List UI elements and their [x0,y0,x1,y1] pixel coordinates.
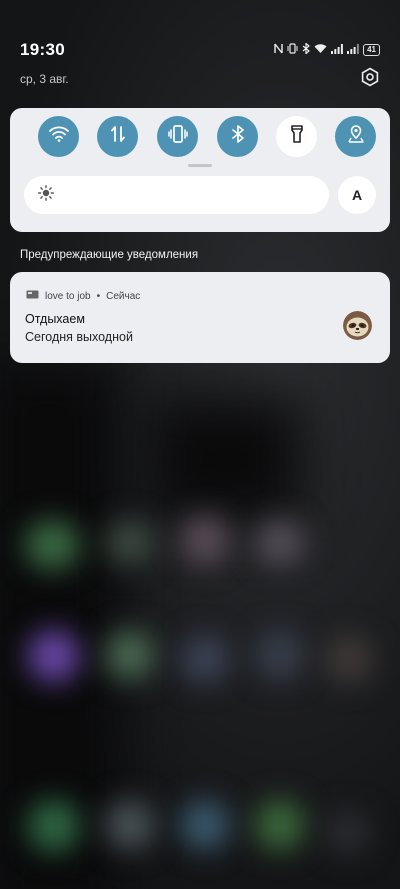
quick-settings-tiles [38,116,376,157]
location-icon [346,124,366,149]
vibrate-icon [167,124,188,149]
brightness-icon [38,184,54,206]
panel-drag-handle[interactable] [188,164,212,167]
auto-brightness-button[interactable]: A [338,176,376,214]
date: ср, 3 авг. [20,72,69,86]
gear-icon [360,67,380,92]
settings-button[interactable] [358,67,382,91]
mobile-data-tile[interactable] [97,116,138,157]
status-bar: 19:30 41 [20,38,380,62]
sloth-avatar [343,311,372,340]
bluetooth-icon [231,124,245,149]
notification-body: Сегодня выходной [25,330,133,344]
clock: 19:30 [20,40,65,59]
wifi-icon [48,126,69,147]
wifi-icon [314,43,327,57]
notifications-section-title: Предупреждающие уведомления [20,249,199,261]
flashlight-tile[interactable] [276,116,317,157]
battery-icon: 41 [363,44,380,56]
brightness-slider[interactable] [24,176,329,214]
app-icon [26,290,39,302]
status-icons: 41 [274,42,380,57]
nfc-icon [274,43,283,57]
date-row: ср, 3 авг. [20,66,382,92]
bluetooth-icon [302,42,311,57]
bluetooth-tile[interactable] [217,116,258,157]
wifi-tile[interactable] [38,116,79,157]
vibrate-tile[interactable] [157,116,198,157]
quick-settings-panel: A [10,108,390,232]
notification-header: love to job • Сейчас [26,290,140,302]
signal-icon [347,43,359,57]
signal-icon [331,43,343,57]
location-tile[interactable] [335,116,376,157]
notification-card[interactable]: love to job • Сейчас Отдыхаем Сегодня вы… [10,272,390,363]
notification-title: Отдыхаем [25,312,85,326]
notification-time: Сейчас [106,290,141,302]
separator-dot: • [96,290,101,302]
mobile-data-icon [110,125,126,148]
vibrate-icon [287,43,298,57]
notification-app-name: love to job [45,290,91,302]
flashlight-icon [290,124,304,149]
